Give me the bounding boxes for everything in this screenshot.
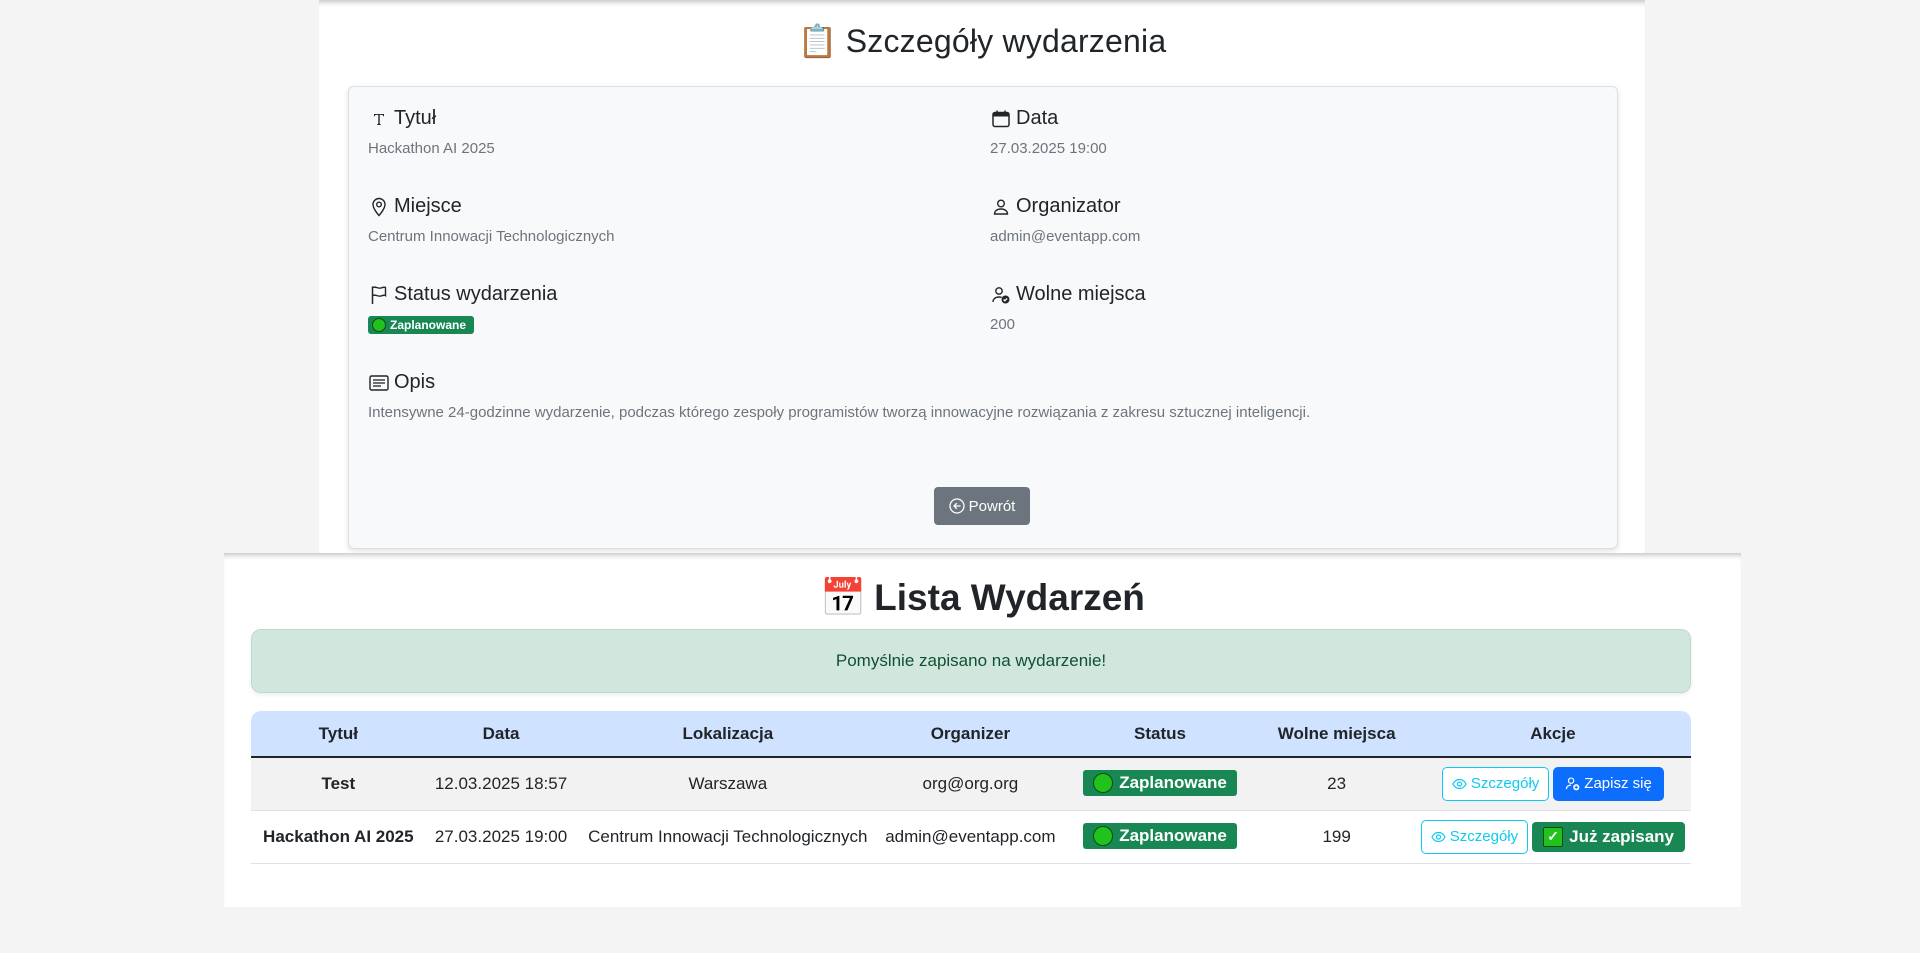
already-registered-button[interactable]: ✓ Już zapisany: [1532, 821, 1685, 852]
cell-organizer: org@org.org: [879, 757, 1062, 811]
column-header-organizer: Organizer: [879, 711, 1062, 758]
person-add-icon: [1565, 776, 1580, 791]
status-badge: Zaplanowane: [368, 316, 475, 334]
cell-location: Warszawa: [576, 757, 880, 811]
details-card: Tytuł Hackathon AI 2025 Data 27.03.2025 …: [348, 86, 1618, 549]
cell-title: Hackathon AI 2025: [251, 810, 426, 864]
field-seats-label: Wolne miejsca: [1016, 283, 1146, 305]
calendar-emoji-icon: 📅: [820, 577, 867, 618]
signup-button[interactable]: Zapisz się: [1553, 766, 1664, 801]
field-title-label: Tytuł: [394, 107, 437, 129]
field-place-value: Centrum Innowacji Technologicznych: [368, 228, 615, 245]
column-header-seats: Wolne miejsca: [1258, 711, 1415, 758]
column-header-actions: Akcje: [1414, 711, 1691, 758]
field-date: Data 27.03.2025 19:00: [990, 107, 1107, 157]
column-header-title: Tytuł: [251, 711, 426, 758]
cell-date: 27.03.2025 19:00: [425, 810, 577, 864]
field-status-label: Status wydarzenia: [394, 283, 558, 305]
events-table: Tytuł Data Lokalizacja Organizer Status …: [251, 711, 1691, 864]
already-registered-label: Już zapisany: [1569, 826, 1674, 846]
status-badge-text: Zaplanowane: [1119, 772, 1227, 792]
person-icon: [990, 196, 1012, 218]
table-header-row: Tytuł Data Lokalizacja Organizer Status …: [251, 711, 1691, 758]
cell-status: Zaplanowane: [1061, 757, 1259, 811]
field-description-value: Intensywne 24-godzinne wydarzenie, podcz…: [368, 404, 1311, 421]
cell-location: Centrum Innowacji Technologicznych: [576, 810, 880, 864]
details-title-text: Szczegóły wydarzenia: [845, 23, 1167, 59]
field-place: Miejsce Centrum Innowacji Technologiczny…: [368, 195, 615, 245]
success-alert: Pomyślnie zapisano na wydarzenie!: [251, 629, 1691, 693]
arrow-left-circle-icon: [949, 498, 965, 514]
status-badge: Zaplanowane: [1083, 769, 1237, 796]
cell-title: Test: [251, 757, 426, 811]
event-details-panel: 📋 Szczegóły wydarzenia Tytuł Hackathon AI…: [319, 0, 1645, 553]
person-check-icon: [990, 284, 1012, 306]
details-button-label: Szczegóły: [1470, 775, 1540, 793]
details-page-title: 📋 Szczegóły wydarzenia: [319, 22, 1645, 60]
field-description: Opis Intensywne 24-godzinne wydarzenie, …: [368, 371, 1588, 421]
field-organizer: Organizator admin@eventapp.com: [990, 195, 1140, 245]
event-list-panel: 📅 Lista Wydarzeń Pomyślnie zapisano na wy…: [224, 553, 1741, 907]
signup-button-label: Zapisz się: [1584, 775, 1652, 793]
field-status: Status wydarzenia Zaplanowane: [368, 283, 557, 337]
status-dot-icon: [1093, 825, 1114, 846]
cell-actions: Szczegóły Zapisz się: [1414, 757, 1691, 811]
status-dot-icon: [372, 318, 386, 332]
check-box-icon: ✓: [1543, 826, 1564, 847]
cell-seats: 199: [1258, 810, 1415, 864]
eye-icon: [1452, 778, 1467, 790]
field-seats-value: 200: [990, 316, 1016, 333]
status-badge-text: Zaplanowane: [390, 318, 467, 332]
status-badge-text: Zaplanowane: [1119, 825, 1227, 845]
details-button-label: Szczegóły: [1449, 828, 1519, 845]
details-button[interactable]: Szczegóły: [1441, 766, 1550, 801]
list-title-text: Lista Wydarzeń: [874, 577, 1145, 618]
field-date-label: Data: [1016, 107, 1059, 129]
text-icon: [368, 108, 390, 130]
back-button-label: Powrót: [968, 497, 1016, 515]
column-header-date: Data: [425, 711, 577, 758]
field-description-label: Opis: [394, 371, 436, 393]
eye-icon: [1431, 831, 1446, 843]
cell-status: Zaplanowane: [1061, 810, 1259, 864]
location-pin-icon: [368, 196, 390, 218]
cell-seats: 23: [1258, 757, 1415, 811]
details-button[interactable]: Szczegóły: [1420, 819, 1529, 854]
field-title-value: Hackathon AI 2025: [368, 140, 495, 157]
field-seats: Wolne miejsca 200: [990, 283, 1146, 333]
status-dot-icon: [1093, 772, 1114, 793]
card-text-icon: [368, 372, 390, 394]
field-title: Tytuł Hackathon AI 2025: [368, 107, 495, 157]
calendar-icon: [990, 108, 1012, 130]
field-organizer-label: Organizator: [1016, 195, 1121, 217]
table-row: Hackathon AI 2025 27.03.2025 19:00 Centr…: [251, 810, 1691, 864]
field-place-label: Miejsce: [394, 195, 462, 217]
back-button[interactable]: Powrót: [934, 487, 1030, 525]
flag-icon: [368, 284, 390, 306]
column-header-location: Lokalizacja: [576, 711, 880, 758]
status-badge: Zaplanowane: [1083, 822, 1237, 849]
cell-date: 12.03.2025 18:57: [425, 757, 577, 811]
list-page-title: 📅 Lista Wydarzeń: [224, 577, 1741, 620]
column-header-status: Status: [1061, 711, 1259, 758]
cell-organizer: admin@eventapp.com: [879, 810, 1062, 864]
clipboard-icon: 📋: [797, 23, 838, 59]
field-organizer-value: admin@eventapp.com: [990, 228, 1141, 245]
field-date-value: 27.03.2025 19:00: [990, 140, 1107, 157]
cell-actions: Szczegóły ✓ Już zapisany: [1414, 810, 1691, 864]
table-row: Test 12.03.2025 18:57 Warszawa org@org.o…: [251, 757, 1691, 811]
